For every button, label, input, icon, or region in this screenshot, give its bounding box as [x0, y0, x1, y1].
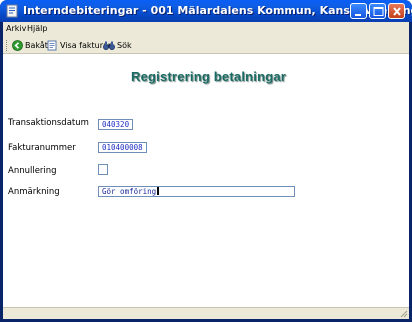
invoice-number-label: Fakturanummer — [8, 143, 76, 153]
menu-arkiv[interactable]: Arkiv — [6, 24, 26, 33]
status-bar — [3, 307, 409, 319]
page-title: Registrering betalningar — [131, 69, 287, 84]
remark-label: Anmärkning — [8, 187, 60, 197]
application-window: Interndebiteringar - 001 Mälardalens Kom… — [0, 0, 412, 322]
remark-text: Gör omföring — [102, 187, 157, 196]
binoculars-icon — [103, 41, 115, 50]
back-label: Bakåt — [25, 40, 48, 50]
resize-grip-icon[interactable] — [399, 309, 408, 318]
menu-hjalp[interactable]: Hjälp — [27, 24, 47, 33]
client-area: Arkiv Hjälp Bakåt Visa fakturan Sök Regi… — [3, 22, 409, 319]
menu-bar: Arkiv Hjälp — [3, 22, 409, 37]
maximize-button[interactable] — [369, 3, 386, 19]
text-caret — [157, 187, 160, 195]
maximize-icon — [373, 7, 384, 16]
search-button[interactable]: Sök — [103, 38, 132, 52]
close-icon — [393, 7, 401, 16]
minimize-button[interactable] — [350, 3, 367, 19]
toolbar: Bakåt Visa fakturan Sök — [3, 37, 409, 54]
form-area: Registrering betalningar Transaktionsdat… — [3, 55, 409, 319]
cancellation-checkbox[interactable] — [98, 164, 108, 175]
transaction-date-field[interactable]: 040320 — [98, 119, 133, 130]
invoice-number-field[interactable]: 010400008 — [98, 142, 147, 153]
invoice-icon — [47, 40, 57, 50]
remark-field[interactable]: Gör omföring — [98, 186, 295, 197]
back-arrow-icon — [12, 39, 23, 51]
toolbar-grip[interactable] — [6, 40, 8, 51]
close-button[interactable] — [388, 3, 405, 19]
transaction-date-label: Transaktionsdatum — [8, 118, 89, 128]
back-button[interactable]: Bakåt — [12, 38, 48, 52]
app-icon — [5, 4, 19, 18]
cancellation-label: Annullering — [8, 166, 57, 176]
title-bar[interactable]: Interndebiteringar - 001 Mälardalens Kom… — [0, 0, 412, 22]
search-label: Sök — [117, 40, 132, 50]
minimize-icon — [355, 14, 361, 16]
